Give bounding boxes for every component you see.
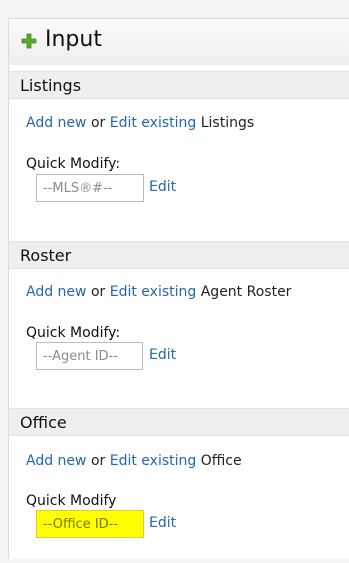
agent-id-input[interactable] [36, 342, 143, 370]
quick-modify-label: Quick Modify: [26, 325, 121, 341]
listings-links: Add new or Edit existing Listings [26, 115, 254, 131]
or-text: or [86, 453, 110, 469]
quick-modify-label: Quick Modify: [26, 156, 121, 172]
office-links: Add new or Edit existing Office [26, 453, 242, 469]
page-title: Input [45, 27, 102, 52]
edit-agent-button[interactable]: Edit [149, 347, 176, 363]
panel-title-bar: Input [9, 19, 349, 65]
section-title: Roster [20, 246, 72, 265]
edit-existing-listing-link[interactable]: Edit existing [110, 115, 197, 131]
quick-modify-label: Quick Modify [26, 493, 117, 509]
section-title: Office [20, 413, 67, 432]
target-text: Office [196, 453, 242, 469]
office-id-input[interactable] [36, 510, 144, 538]
section-title: Listings [20, 76, 82, 95]
target-text: Listings [196, 115, 255, 131]
section-header-roster: Roster [9, 241, 349, 269]
or-text: or [86, 284, 110, 300]
target-text: Agent Roster [196, 284, 292, 300]
or-text: or [86, 115, 110, 131]
plus-icon [21, 33, 37, 49]
mls-number-input[interactable] [36, 174, 144, 202]
roster-links: Add new or Edit existing Agent Roster [26, 284, 291, 300]
edit-office-button[interactable]: Edit [149, 515, 176, 531]
edit-existing-office-link[interactable]: Edit existing [110, 453, 197, 469]
input-panel: Input Listings Add new or Edit existing … [8, 18, 349, 559]
edit-listing-button[interactable]: Edit [149, 179, 176, 195]
add-new-listing-link[interactable]: Add new [26, 115, 87, 131]
section-header-listings: Listings [9, 71, 349, 99]
add-new-office-link[interactable]: Add new [26, 453, 87, 469]
add-new-roster-link[interactable]: Add new [26, 284, 87, 300]
edit-existing-roster-link[interactable]: Edit existing [110, 284, 197, 300]
section-header-office: Office [9, 408, 349, 436]
